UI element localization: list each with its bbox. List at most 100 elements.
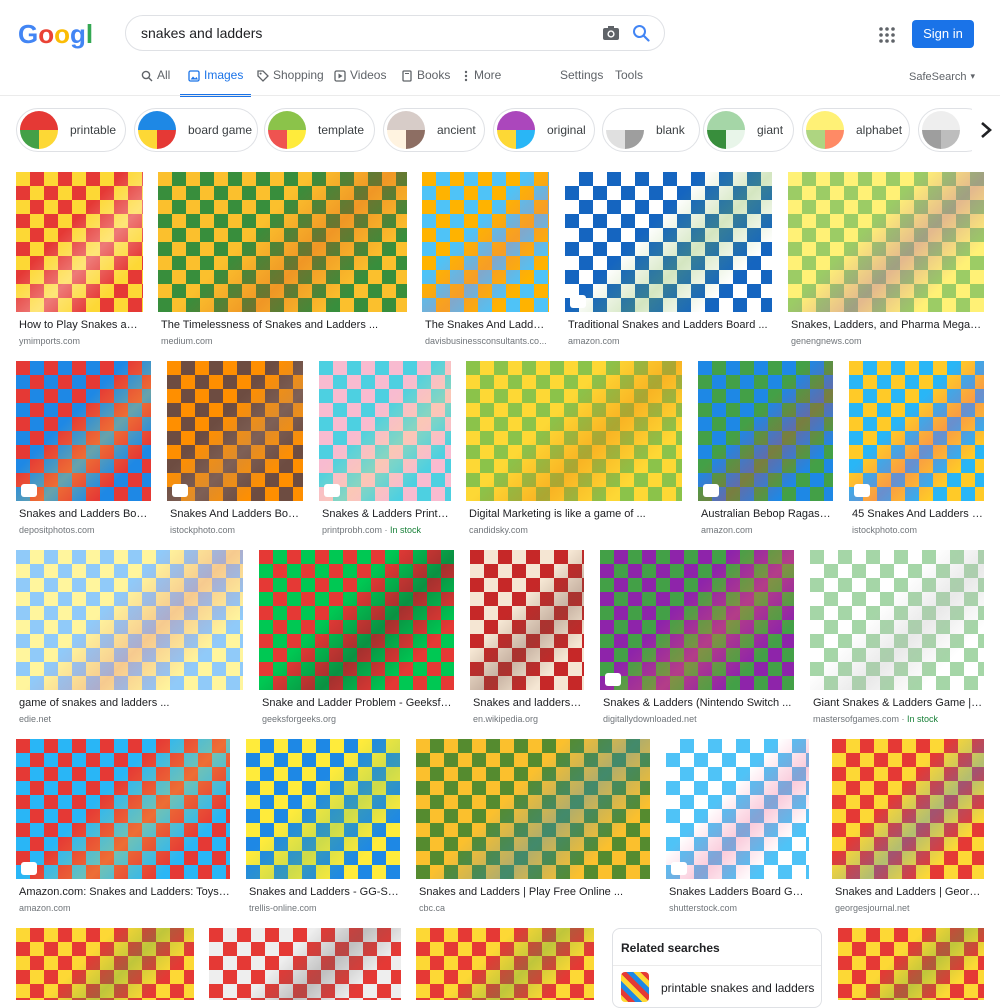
- image-result[interactable]: Amazon.com: Snakes and Ladders: Toys ...…: [16, 739, 230, 913]
- svg-text:Google: Google: [18, 19, 94, 49]
- result-title[interactable]: Snakes and Ladders - GG-Sn...: [246, 886, 400, 898]
- image-result[interactable]: Snakes and Ladders | George... georgesjou…: [832, 739, 984, 913]
- result-title[interactable]: Snakes & Ladders Printa...: [319, 508, 451, 520]
- image-result[interactable]: Snakes and ladders -... en.wikipedia.org: [470, 550, 584, 724]
- image-result[interactable]: Snakes Ladders Board Game... shutterstock…: [666, 739, 809, 913]
- image-result[interactable]: Snake and Ladder Problem - Geeksfor... ge…: [259, 550, 454, 724]
- result-title[interactable]: Snakes and Ladders Boar...: [16, 508, 151, 520]
- image-result[interactable]: [16, 928, 194, 1000]
- image-result[interactable]: Snakes and Ladders - GG-Sn... trellis-onl…: [246, 739, 400, 913]
- result-thumbnail[interactable]: [416, 739, 650, 879]
- result-thumbnail[interactable]: [838, 928, 984, 1000]
- result-thumbnail[interactable]: [16, 739, 230, 879]
- image-result[interactable]: The Timelessness of Snakes and Ladders .…: [158, 172, 407, 346]
- result-thumbnail[interactable]: [810, 550, 984, 690]
- tab-images[interactable]: Images: [180, 68, 252, 97]
- result-title[interactable]: 45 Snakes And Ladders Il...: [849, 508, 984, 520]
- result-thumbnail[interactable]: [600, 550, 794, 690]
- settings-link[interactable]: Settings: [560, 68, 603, 94]
- image-result[interactable]: How to Play Snakes and... ymimports.com: [16, 172, 143, 346]
- result-title[interactable]: Snakes and Ladders | George...: [832, 886, 984, 898]
- image-result[interactable]: Australian Bebop Ragas - ... amazon.com: [698, 361, 833, 535]
- camera-icon[interactable]: [602, 25, 620, 41]
- chip[interactable]: template: [264, 108, 375, 152]
- result-title[interactable]: Snakes, Ladders, and Pharma Megabu...: [788, 319, 984, 331]
- result-thumbnail[interactable]: [666, 739, 809, 879]
- tab-all[interactable]: All: [141, 68, 170, 94]
- image-result[interactable]: Traditional Snakes and Ladders Board ...…: [565, 172, 772, 346]
- related-thumbnail[interactable]: [621, 972, 649, 1002]
- image-result[interactable]: Snakes, Ladders, and Pharma Megabu... gen…: [788, 172, 984, 346]
- chip[interactable]: giant: [703, 108, 794, 152]
- result-thumbnail[interactable]: [246, 739, 400, 879]
- result-thumbnail[interactable]: [167, 361, 303, 501]
- result-title[interactable]: Snakes & Ladders (Nintendo Switch ...: [600, 697, 794, 709]
- image-result[interactable]: 45 Snakes And Ladders Il... istockphoto.c…: [849, 361, 984, 535]
- tab-label: Shopping: [273, 68, 324, 82]
- image-result[interactable]: The Snakes And Ladder... davisbusinesscon…: [422, 172, 549, 346]
- result-title[interactable]: How to Play Snakes and...: [16, 319, 143, 331]
- result-title[interactable]: Snake and Ladder Problem - Geeksfor...: [259, 697, 454, 709]
- result-thumbnail[interactable]: [16, 928, 194, 1000]
- result-thumbnail[interactable]: [565, 172, 772, 312]
- image-result[interactable]: Snakes And Ladders Boar... istockphoto.co…: [167, 361, 303, 535]
- image-result[interactable]: [416, 928, 594, 1000]
- image-result[interactable]: Snakes and Ladders | Play Free Online ..…: [416, 739, 650, 913]
- result-title[interactable]: game of snakes and ladders ...: [16, 697, 243, 709]
- tab-books[interactable]: Books: [401, 68, 450, 94]
- chip[interactable]: original: [493, 108, 595, 152]
- result-thumbnail[interactable]: [416, 928, 594, 1000]
- result-title[interactable]: Giant Snakes & Ladders Game | 3 ...: [810, 697, 984, 709]
- chip[interactable]: ancient: [383, 108, 485, 152]
- result-thumbnail[interactable]: [698, 361, 833, 501]
- chip[interactable]: blank: [602, 108, 700, 152]
- result-thumbnail[interactable]: [16, 361, 151, 501]
- search-input[interactable]: snakes and ladders: [141, 16, 262, 50]
- google-logo[interactable]: Google: [18, 18, 108, 50]
- chip[interactable]: printable: [16, 108, 126, 152]
- result-thumbnail[interactable]: [788, 172, 984, 312]
- result-thumbnail[interactable]: [849, 361, 984, 501]
- tab-videos[interactable]: Videos: [334, 68, 386, 94]
- image-result[interactable]: Snakes & Ladders Printa... printprobh.com…: [319, 361, 451, 535]
- image-result[interactable]: game of snakes and ladders ... edie.net: [16, 550, 243, 724]
- sign-in-button[interactable]: Sign in: [912, 20, 974, 48]
- result-thumbnail[interactable]: [16, 172, 143, 312]
- related-search-link[interactable]: printable snakes and ladders: [661, 981, 814, 995]
- result-title[interactable]: The Timelessness of Snakes and Ladders .…: [158, 319, 407, 331]
- tab-shopping[interactable]: Shopping: [257, 68, 324, 94]
- result-title[interactable]: Traditional Snakes and Ladders Board ...: [565, 319, 772, 331]
- safesearch-menu[interactable]: SafeSearch ▾: [909, 71, 975, 97]
- chip[interactable]: alphabet: [802, 108, 910, 152]
- tools-link[interactable]: Tools: [615, 68, 643, 94]
- result-title[interactable]: Australian Bebop Ragas - ...: [698, 508, 833, 520]
- result-thumbnail[interactable]: [832, 739, 984, 879]
- result-title[interactable]: Snakes And Ladders Boar...: [167, 508, 303, 520]
- image-result[interactable]: Snakes and Ladders Boar... depositphotos.…: [16, 361, 151, 535]
- result-title[interactable]: Snakes and ladders -...: [470, 697, 584, 709]
- apps-grid-icon[interactable]: [878, 26, 896, 44]
- image-result[interactable]: Snakes & Ladders (Nintendo Switch ... dig…: [600, 550, 794, 724]
- result-thumbnail[interactable]: [319, 361, 451, 501]
- result-thumbnail[interactable]: [422, 172, 549, 312]
- result-title[interactable]: Digital Marketing is like a game of ...: [466, 508, 682, 520]
- chevron-right-icon[interactable]: [972, 108, 1000, 152]
- result-thumbnail[interactable]: [158, 172, 407, 312]
- search-icon[interactable]: [632, 24, 650, 42]
- image-result[interactable]: [838, 928, 984, 1000]
- image-result[interactable]: Giant Snakes & Ladders Game | 3 ... maste…: [810, 550, 984, 724]
- result-thumbnail[interactable]: [259, 550, 454, 690]
- image-result[interactable]: Digital Marketing is like a game of ... c…: [466, 361, 682, 535]
- tab-more[interactable]: More: [460, 68, 501, 94]
- search-box[interactable]: snakes and ladders: [125, 15, 665, 51]
- result-title[interactable]: Amazon.com: Snakes and Ladders: Toys ...: [16, 886, 230, 898]
- result-thumbnail[interactable]: [470, 550, 584, 690]
- image-result[interactable]: [209, 928, 401, 1000]
- result-thumbnail[interactable]: [209, 928, 401, 1000]
- result-title[interactable]: Snakes and Ladders | Play Free Online ..…: [416, 886, 650, 898]
- result-title[interactable]: The Snakes And Ladder...: [422, 319, 549, 331]
- result-title[interactable]: Snakes Ladders Board Game...: [666, 886, 809, 898]
- result-thumbnail[interactable]: [16, 550, 243, 690]
- chip[interactable]: board game: [134, 108, 258, 152]
- result-thumbnail[interactable]: [466, 361, 682, 501]
